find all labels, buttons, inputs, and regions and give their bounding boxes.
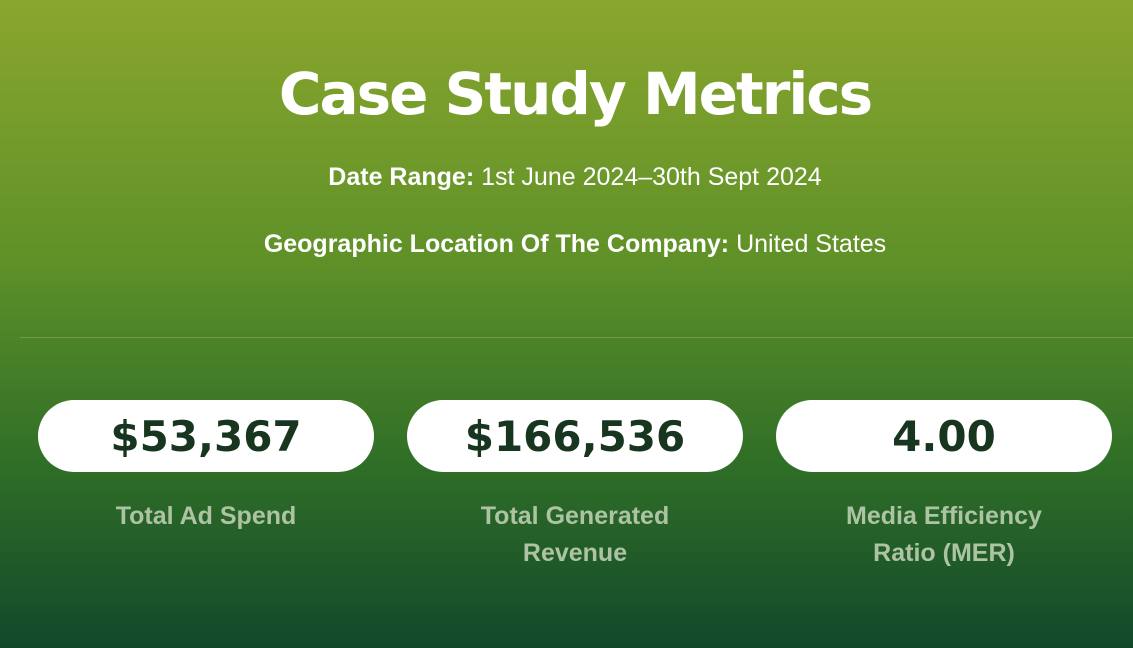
metric-total-ad-spend: $53,367 Total Ad Spend xyxy=(38,400,374,535)
date-range-line: Date Range: 1st June 2024–30th Sept 2024 xyxy=(0,163,1133,192)
location-line: Geographic Location Of The Company: Unit… xyxy=(0,230,1133,259)
metric-value-pill: $53,367 xyxy=(38,400,374,472)
date-range-value: 1st June 2024–30th Sept 2024 xyxy=(481,163,822,191)
location-label: Geographic Location Of The Company: xyxy=(263,230,730,258)
metric-label: Total Ad Spend xyxy=(115,502,297,530)
date-range-label: Date Range: xyxy=(328,163,475,191)
metric-value-pill: 4.00 xyxy=(776,400,1112,472)
location-value: United States xyxy=(736,230,887,258)
section-divider xyxy=(20,337,1133,338)
metric-media-efficiency-ratio: 4.00 Media Efficiency Ratio (MER) xyxy=(776,400,1112,572)
metric-value-pill: $166,536 xyxy=(407,400,743,472)
metric-label: Total Generated Revenue xyxy=(480,502,670,567)
page-title: Case Study Metrics xyxy=(278,60,873,128)
metric-total-generated-revenue: $166,536 Total Generated Revenue xyxy=(407,400,743,572)
metric-label: Media Efficiency Ratio (MER) xyxy=(846,502,1042,567)
